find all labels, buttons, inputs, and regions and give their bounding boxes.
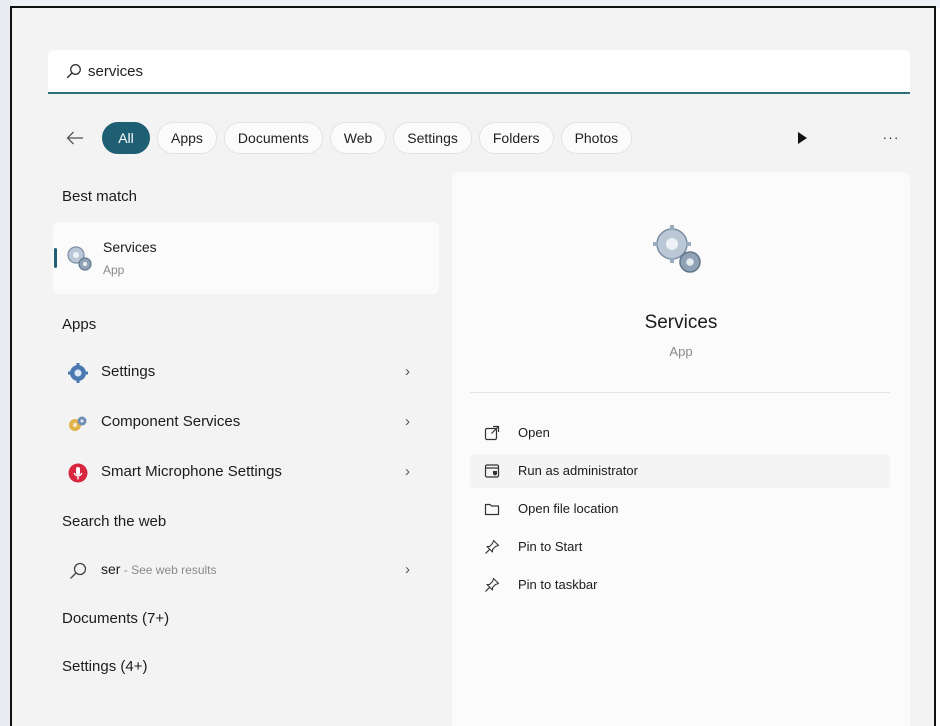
action-pin-to-taskbar[interactable]: Pin to taskbar	[470, 568, 890, 602]
action-label: Open file location	[518, 501, 619, 516]
best-match-card[interactable]: Services App	[53, 222, 439, 294]
detail-panel: Services App Open Run as administrator O…	[452, 172, 910, 726]
documents-heading[interactable]: Documents (7+)	[62, 610, 169, 627]
tab-web[interactable]: Web	[329, 122, 387, 154]
divider	[470, 392, 890, 393]
folder-icon	[484, 501, 500, 517]
best-match-title: Services	[103, 239, 157, 255]
gear-icon	[67, 362, 89, 384]
tab-folders[interactable]: Folders	[478, 122, 554, 154]
detail-title: Services	[644, 312, 718, 333]
services-gear-icon	[650, 222, 706, 278]
play-icon[interactable]	[792, 128, 812, 148]
microphone-settings-icon	[67, 462, 89, 484]
shield-admin-icon	[484, 463, 500, 479]
more-options-button[interactable]: ···	[876, 122, 906, 152]
tab-settings[interactable]: Settings	[393, 122, 472, 154]
chevron-right-icon: ›	[405, 463, 410, 480]
pin-icon	[484, 539, 500, 555]
best-match-heading: Best match	[62, 188, 138, 205]
list-item-component-services[interactable]: Component Services ›	[53, 402, 439, 442]
action-label: Run as administrator	[518, 463, 638, 478]
selection-indicator	[54, 248, 57, 268]
back-arrow-icon[interactable]	[60, 123, 90, 153]
settings-heading[interactable]: Settings (4+)	[62, 658, 147, 675]
start-search-window: All Apps Documents Web Settings Folders …	[10, 6, 936, 726]
chevron-right-icon: ›	[405, 561, 410, 578]
apps-heading: Apps	[62, 316, 97, 333]
best-match-subtitle: App	[103, 263, 125, 277]
web-search-label: ser - See web results	[101, 561, 217, 578]
tab-all[interactable]: All	[102, 122, 150, 154]
pin-icon	[484, 577, 500, 593]
action-pin-to-start[interactable]: Pin to Start	[470, 530, 890, 564]
web-search-result[interactable]: ser - See web results ›	[53, 550, 439, 590]
detail-subtitle: App	[669, 344, 693, 359]
chevron-right-icon: ›	[405, 363, 410, 380]
component-services-icon	[67, 412, 89, 434]
action-label: Pin to Start	[518, 539, 583, 554]
search-web-heading: Search the web	[62, 513, 167, 530]
action-open-file-location[interactable]: Open file location	[470, 492, 890, 526]
search-icon	[67, 560, 89, 582]
filter-bar: All Apps Documents Web Settings Folders …	[48, 118, 910, 158]
tab-apps[interactable]: Apps	[157, 122, 217, 154]
list-item-label: Component Services	[101, 413, 241, 430]
open-icon	[484, 425, 500, 441]
search-input[interactable]	[88, 57, 788, 85]
action-label: Open	[518, 425, 550, 440]
list-item-settings[interactable]: Settings ›	[53, 352, 439, 392]
search-icon	[66, 63, 82, 79]
action-label: Pin to taskbar	[518, 577, 598, 592]
web-search-query: ser	[101, 561, 121, 577]
search-bar[interactable]	[48, 50, 910, 94]
web-search-hint: - See web results	[120, 563, 217, 577]
list-item-smart-microphone-settings[interactable]: Smart Microphone Settings ›	[53, 452, 439, 492]
tab-documents[interactable]: Documents	[223, 122, 323, 154]
services-gear-icon	[65, 244, 93, 272]
action-open[interactable]: Open	[470, 416, 890, 450]
list-item-label: Settings	[101, 363, 156, 380]
list-item-label: Smart Microphone Settings	[101, 463, 282, 480]
tab-photos[interactable]: Photos	[560, 122, 633, 154]
chevron-right-icon: ›	[405, 413, 410, 430]
action-run-as-administrator[interactable]: Run as administrator	[470, 454, 890, 488]
